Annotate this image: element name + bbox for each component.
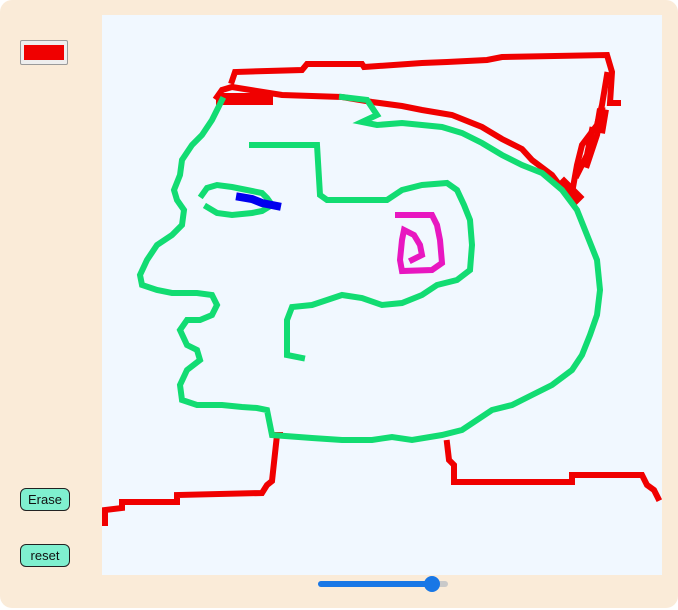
drawing-surface (102, 51, 662, 526)
slider-fill (318, 581, 432, 587)
eye-stroke (235, 192, 282, 211)
current-color-fill (24, 45, 64, 60)
body-stroke (102, 432, 662, 526)
color-picker[interactable] (20, 40, 68, 65)
slider-thumb[interactable] (424, 576, 440, 592)
erase-button[interactable]: Erase (20, 488, 70, 511)
head-stroke (136, 93, 604, 444)
brush-size-slider[interactable] (318, 576, 448, 592)
drawing-app-panel: Erase reset (0, 0, 678, 608)
ear-stroke (395, 212, 446, 275)
drawing-canvas[interactable] (102, 15, 662, 575)
reset-button[interactable]: reset (20, 544, 70, 567)
